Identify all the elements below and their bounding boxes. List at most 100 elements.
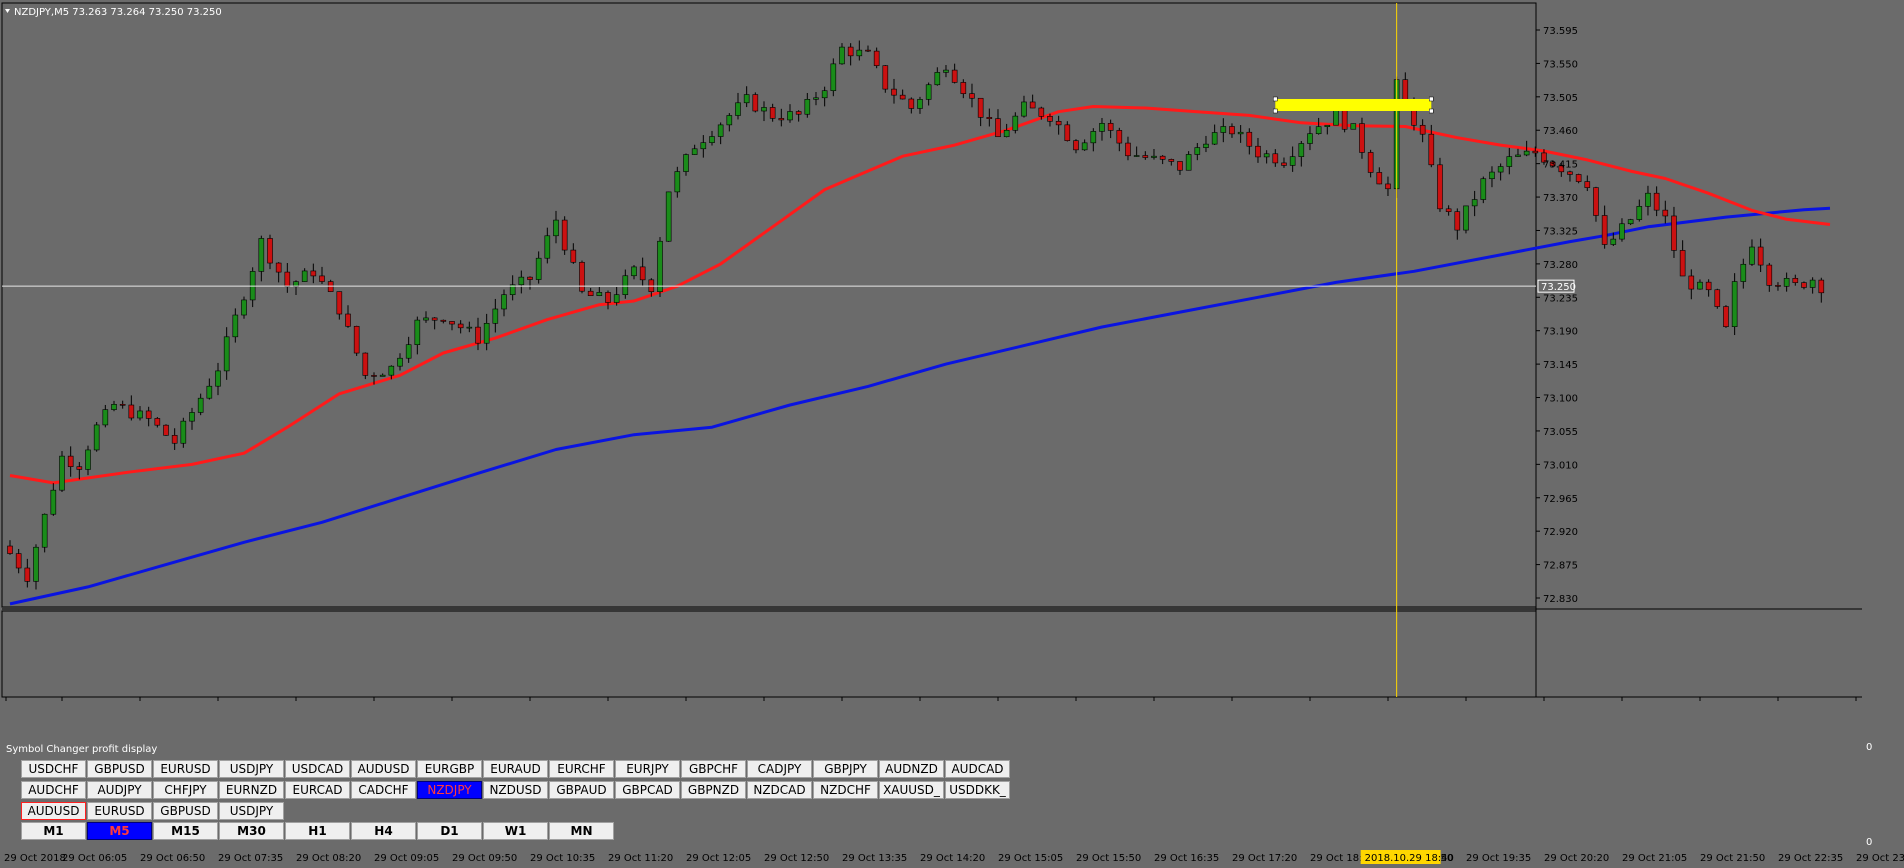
price-tick-label: 73.460 <box>1543 126 1578 137</box>
time-tick-label: 29 Oct 15:50 <box>1076 853 1141 864</box>
bull-candle <box>1151 155 1157 158</box>
symbol-button-audusd[interactable]: AUDUSD <box>351 760 416 778</box>
bear-candle <box>639 266 646 281</box>
symbol-button-audusd[interactable]: AUDUSD <box>21 802 86 820</box>
symbol-button-xauusd[interactable]: XAUUSD_ <box>879 781 944 799</box>
timeframe-button-mn[interactable]: MN <box>549 822 614 840</box>
bull-candle <box>761 107 767 112</box>
indicator-panel-title: Symbol Changer profit display <box>6 744 157 755</box>
bear-candle <box>1792 278 1799 283</box>
bear-candle <box>440 319 447 322</box>
bear-candle <box>1064 124 1071 141</box>
bear-candle <box>319 275 325 282</box>
symbol-button-eurcad[interactable]: EURCAD <box>285 781 350 799</box>
bear-candle <box>1055 121 1062 126</box>
timeframe-button-h1[interactable]: H1 <box>285 822 350 840</box>
crosshair-time-label: 2018.10.29 18:40 <box>1365 853 1454 864</box>
time-tick-label: 29 Oct 19:35 <box>1466 853 1531 864</box>
symbol-button-gbpnzd[interactable]: GBPNZD <box>681 781 746 799</box>
symbol-button-cadchf[interactable]: CADCHF <box>351 781 416 799</box>
bull-candle <box>1350 123 1357 130</box>
bull-candle <box>206 385 213 399</box>
symbol-button-gbpaud[interactable]: GBPAUD <box>549 781 614 799</box>
bear-candle <box>977 97 984 118</box>
symbol-button-chfjpy[interactable]: CHFJPY <box>153 781 218 799</box>
symbol-button-eurusd[interactable]: EURUSD <box>87 802 152 820</box>
bull-candle <box>232 314 239 338</box>
bear-candle <box>1107 123 1114 131</box>
chevron-down-icon[interactable] <box>5 9 10 13</box>
chart-frame <box>1 2 1862 698</box>
bear-candle <box>908 98 915 109</box>
bull-candle <box>735 102 741 116</box>
symbol-button-audcad[interactable]: AUDCAD <box>945 760 1010 778</box>
symbol-button-eurchf[interactable]: EURCHF <box>549 760 614 778</box>
chart-overlays <box>2 3 1536 697</box>
bull-candle <box>1099 123 1105 132</box>
symbol-button-nzdjpy[interactable]: NZDJPY <box>417 781 482 799</box>
symbol-button-gbpusd[interactable]: GBPUSD <box>87 760 152 778</box>
timeframe-button-m15[interactable]: M15 <box>153 822 218 840</box>
bear-candle <box>457 323 464 329</box>
symbol-button-cadjpy[interactable]: CADJPY <box>747 760 812 778</box>
symbol-button-eurusd[interactable]: EURUSD <box>153 760 218 778</box>
bear-candle <box>1359 123 1365 153</box>
symbol-button-euraud[interactable]: EURAUD <box>483 760 548 778</box>
bear-candle <box>449 321 455 325</box>
candlestick-chart[interactable]: 73.595 73.550 73.505 73.460 73.415 73.370 73.3… <box>0 0 1904 868</box>
bear-candle <box>336 291 343 315</box>
symbol-button-nzdusd[interactable]: NZDUSD <box>483 781 548 799</box>
symbol-button-gbpcad[interactable]: GBPCAD <box>615 781 680 799</box>
bull-candle <box>665 191 672 242</box>
time-tick-label: 29 Oct 12:05 <box>686 853 751 864</box>
bear-candle <box>371 375 377 377</box>
symbol-button-audjpy[interactable]: AUDJPY <box>87 781 152 799</box>
timeframe-button-h4[interactable]: H4 <box>351 822 416 840</box>
symbol-button-nzdchf[interactable]: NZDCHF <box>813 781 878 799</box>
timeframe-button-m1[interactable]: M1 <box>21 822 86 840</box>
time-tick-label: 29 Oct 22:35 <box>1778 853 1843 864</box>
bull-candle <box>1003 130 1010 138</box>
bear-candle <box>1419 124 1426 135</box>
symbol-button-audchf[interactable]: AUDCHF <box>21 781 86 799</box>
symbol-button-eurgbp[interactable]: EURGBP <box>417 760 482 778</box>
bull-candle <box>553 219 559 237</box>
symbol-button-usddkk[interactable]: USDDKK_ <box>945 781 1010 799</box>
timeframe-button-m5[interactable]: M5 <box>87 822 152 840</box>
bear-candle <box>1653 192 1660 211</box>
symbol-button-gbpusd[interactable]: GBPUSD <box>153 802 218 820</box>
symbol-button-gbpjpy[interactable]: GBPJPY <box>813 760 878 778</box>
time-tick-label: 29 Oct 09:50 <box>452 853 517 864</box>
bear-candle <box>1445 208 1452 212</box>
symbol-button-usdcad[interactable]: USDCAD <box>285 760 350 778</box>
price-tick-label: 73.415 <box>1543 160 1578 171</box>
bull-candle <box>1523 150 1530 156</box>
bull-candle <box>258 238 265 272</box>
price-tick-label: 73.145 <box>1543 360 1578 371</box>
symbol-button-eurjpy[interactable]: EURJPY <box>615 760 680 778</box>
bull-candle <box>223 336 230 372</box>
timeframe-button-m30[interactable]: M30 <box>219 822 284 840</box>
symbol-button-nzdcad[interactable]: NZDCAD <box>747 781 812 799</box>
symbol-button-usdchf[interactable]: USDCHF <box>21 760 86 778</box>
bull-candle <box>1619 223 1625 240</box>
timeframe-button-d1[interactable]: D1 <box>417 822 482 840</box>
timeframe-button-w1[interactable]: W1 <box>483 822 548 840</box>
bull-candle <box>1645 192 1651 207</box>
bear-candle <box>1532 150 1539 154</box>
bull-candle <box>743 94 750 104</box>
symbol-button-eurnzd[interactable]: EURNZD <box>219 781 284 799</box>
symbol-button-usdjpy[interactable]: USDJPY <box>219 760 284 778</box>
time-tick-label: 29 Oct 11:20 <box>608 853 673 864</box>
symbol-button-gbpchf[interactable]: GBPCHF <box>681 760 746 778</box>
symbol-button-usdjpy[interactable]: USDJPY <box>219 802 284 820</box>
bull-candle <box>1090 131 1097 144</box>
price-tick-label: 72.875 <box>1543 561 1578 572</box>
bear-candle <box>1662 209 1669 217</box>
bull-candle <box>1809 279 1816 288</box>
bear-candle <box>1671 215 1677 251</box>
bear-candle <box>1029 101 1036 109</box>
symbol-button-audnzd[interactable]: AUDNZD <box>879 760 944 778</box>
selection-handle <box>1273 96 1278 102</box>
time-tick-label: 29 Oct 06:05 <box>62 853 127 864</box>
